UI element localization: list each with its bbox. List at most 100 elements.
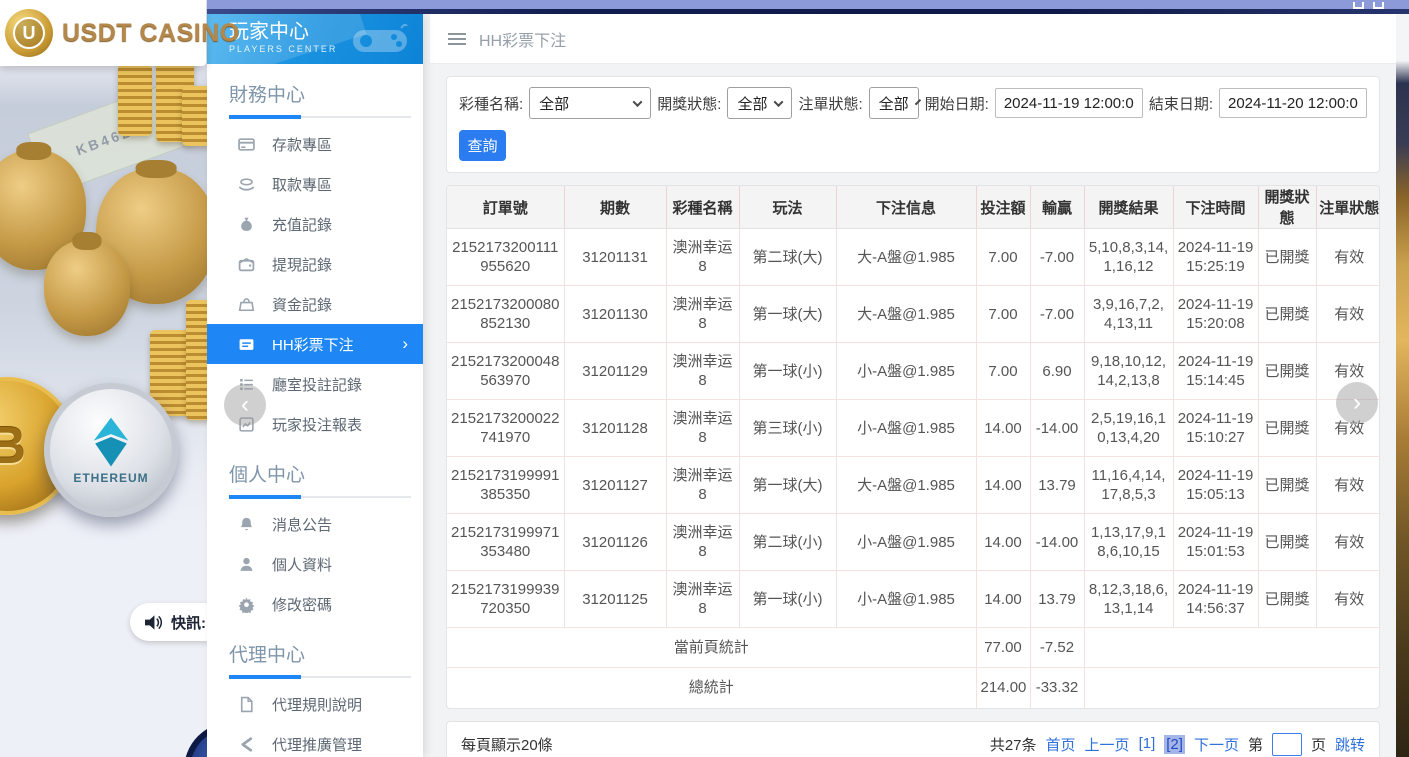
top-navy-bar bbox=[207, 9, 1409, 14]
sidebar-item[interactable]: 代理推廣管理 bbox=[207, 724, 423, 757]
bell-icon bbox=[238, 516, 255, 533]
sidebar-item[interactable]: 代理規則說明 bbox=[207, 684, 423, 724]
chevron-right-icon: › bbox=[1353, 389, 1361, 417]
table-cell: 澳洲幸运8 bbox=[666, 400, 739, 457]
site-logo[interactable]: U USDT CASINO bbox=[0, 0, 206, 66]
sidebar-item[interactable]: 消息公告 bbox=[207, 504, 423, 544]
sidebar-item[interactable]: 修改密碼 bbox=[207, 584, 423, 624]
page-link[interactable]: [1] bbox=[1139, 735, 1156, 754]
sidebar-item[interactable]: 充值記錄 bbox=[207, 204, 423, 244]
background-photo: KB4627 B ETHEREUM 快訊: bbox=[0, 0, 207, 757]
table-cell: 2,5,19,16,10,13,4,20 bbox=[1084, 400, 1173, 457]
sidebar-item-label: 代理規則說明 bbox=[272, 694, 362, 715]
end-date-label: 結束日期: bbox=[1149, 93, 1213, 114]
first-page-link[interactable]: 首页 bbox=[1046, 734, 1076, 755]
ticket-icon bbox=[238, 336, 255, 353]
sidebar-item[interactable]: 個人資料 bbox=[207, 544, 423, 584]
table-cell: 小-A盤@1.985 bbox=[836, 343, 976, 400]
lottery-name-select[interactable]: 全部 bbox=[529, 87, 651, 119]
total-summary-label: 總統計 bbox=[447, 668, 976, 708]
total-count-text: 共27条 bbox=[990, 734, 1037, 755]
table-cell: 小-A盤@1.985 bbox=[836, 571, 976, 628]
column-header: 玩法 bbox=[739, 186, 836, 229]
page-title: HH彩票下注 bbox=[479, 27, 566, 51]
table-cell: 澳洲幸运8 bbox=[666, 571, 739, 628]
sidebar-item-label: 代理推廣管理 bbox=[272, 734, 362, 755]
table-cell: 有效 bbox=[1316, 286, 1380, 343]
column-header: 彩種名稱 bbox=[666, 186, 739, 229]
ticker-label: 快訊: bbox=[171, 612, 206, 633]
sidebar-item[interactable]: 取款專區 bbox=[207, 164, 423, 204]
draw-status-select[interactable]: 全部 bbox=[727, 87, 792, 119]
sidebar-item[interactable]: 提現記錄 bbox=[207, 244, 423, 284]
sidebar-item[interactable]: HH彩票下注› bbox=[207, 324, 423, 364]
gamepad-icon bbox=[351, 22, 409, 56]
table-cell: 2152173199971353480 bbox=[447, 514, 564, 571]
chevron-down-icon bbox=[774, 97, 784, 107]
current-page-link[interactable]: [2] bbox=[1164, 735, 1185, 754]
table-cell: 13.79 bbox=[1030, 457, 1084, 514]
table-cell: 第三球(小) bbox=[739, 400, 836, 457]
table-cell: 2024-11-19 15:14:45 bbox=[1173, 343, 1258, 400]
page-size-text: 每頁顯示20條 bbox=[461, 734, 553, 755]
table-cell: 第二球(小) bbox=[739, 514, 836, 571]
table-cell: 14.00 bbox=[976, 400, 1030, 457]
table-cell: 31201127 bbox=[564, 457, 666, 514]
table-cell: 2152173199991385350 bbox=[447, 457, 564, 514]
column-header: 期數 bbox=[564, 186, 666, 229]
right-background-sliver bbox=[1396, 0, 1409, 757]
table-cell: 有效 bbox=[1316, 514, 1380, 571]
sidebar-item-label: 充值記錄 bbox=[272, 214, 332, 235]
sidebar-section-label: 代理中心 bbox=[207, 624, 423, 676]
sidebar-item[interactable]: 存款專區 bbox=[207, 124, 423, 164]
page-summary-bet: 77.00 bbox=[976, 628, 1030, 668]
sidebar-item-label: 玩家投注報表 bbox=[272, 414, 362, 435]
section-divider bbox=[229, 496, 411, 498]
chevron-left-icon: ‹ bbox=[241, 391, 249, 419]
table-cell: 已開獎 bbox=[1258, 343, 1316, 400]
table-header-row: 訂單號期數彩種名稱玩法下注信息投注額輸贏開獎結果下注時間開獎狀態注單狀態 bbox=[447, 186, 1380, 229]
table-cell: 14.00 bbox=[976, 457, 1030, 514]
logo-coin-icon: U bbox=[5, 9, 53, 57]
table-cell: -7.00 bbox=[1030, 286, 1084, 343]
table-cell: 大-A盤@1.985 bbox=[836, 457, 976, 514]
scroll-right-button[interactable]: › bbox=[1336, 382, 1378, 424]
sidebar-item-label: 廳室投註記錄 bbox=[272, 374, 362, 395]
column-header: 注單狀態 bbox=[1316, 186, 1380, 229]
table-cell: 2024-11-19 15:25:19 bbox=[1173, 229, 1258, 286]
table-cell: 已開獎 bbox=[1258, 229, 1316, 286]
table-cell: 14.00 bbox=[976, 514, 1030, 571]
sidebar-item[interactable]: 資金記錄 bbox=[207, 284, 423, 324]
order-status-select[interactable]: 全部 bbox=[869, 87, 919, 119]
ethereum-diamond-icon bbox=[88, 416, 134, 468]
pagination-bar: 每頁顯示20條 共27条 首页 上一页 [1][2] 下一页 第 页 跳转 bbox=[446, 721, 1380, 757]
bets-table: 訂單號期數彩種名稱玩法下注信息投注額輸贏開獎結果下注時間開獎狀態注單狀態 215… bbox=[447, 186, 1380, 708]
table-cell: 已開獎 bbox=[1258, 400, 1316, 457]
news-ticker: 快訊: bbox=[130, 603, 207, 641]
collapse-left-button[interactable]: ‹ bbox=[224, 384, 266, 426]
column-header: 下注信息 bbox=[836, 186, 976, 229]
jump-link[interactable]: 跳转 bbox=[1335, 734, 1365, 755]
start-date-input[interactable] bbox=[995, 88, 1143, 118]
table-cell: 2024-11-19 15:01:53 bbox=[1173, 514, 1258, 571]
table-cell: 7.00 bbox=[976, 343, 1030, 400]
ethereum-coin-graphic: ETHEREUM bbox=[44, 383, 178, 517]
table-cell: 澳洲幸运8 bbox=[666, 514, 739, 571]
menu-toggle-icon[interactable] bbox=[448, 33, 466, 45]
search-button[interactable]: 查詢 bbox=[459, 130, 506, 161]
table-row: 215217320008085213031201130澳洲幸运8第一球(大)大-… bbox=[447, 286, 1380, 343]
page-summary-label: 當前頁統計 bbox=[447, 628, 976, 668]
goto-prefix-label: 第 bbox=[1248, 734, 1263, 755]
table-cell: 澳洲幸运8 bbox=[666, 286, 739, 343]
table-cell: 14.00 bbox=[976, 571, 1030, 628]
table-cell: 3,9,16,7,2,4,13,11 bbox=[1084, 286, 1173, 343]
table-row: 215217319999138535031201127澳洲幸运8第一球(大)大-… bbox=[447, 457, 1380, 514]
moneybag-graphic bbox=[44, 240, 130, 336]
prev-page-link[interactable]: 上一页 bbox=[1085, 734, 1130, 755]
next-page-link[interactable]: 下一页 bbox=[1194, 734, 1239, 755]
column-header: 開獎結果 bbox=[1084, 186, 1173, 229]
end-date-input[interactable] bbox=[1219, 88, 1367, 118]
bets-table-panel: 訂單號期數彩種名稱玩法下注信息投注額輸贏開獎結果下注時間開獎狀態注單狀態 215… bbox=[446, 185, 1380, 709]
page-number-input[interactable] bbox=[1272, 733, 1302, 756]
main-content: HH彩票下注 彩種名稱: 全部 開獎狀態: 全部 注單狀態: 全部 開始日期: … bbox=[430, 14, 1396, 757]
